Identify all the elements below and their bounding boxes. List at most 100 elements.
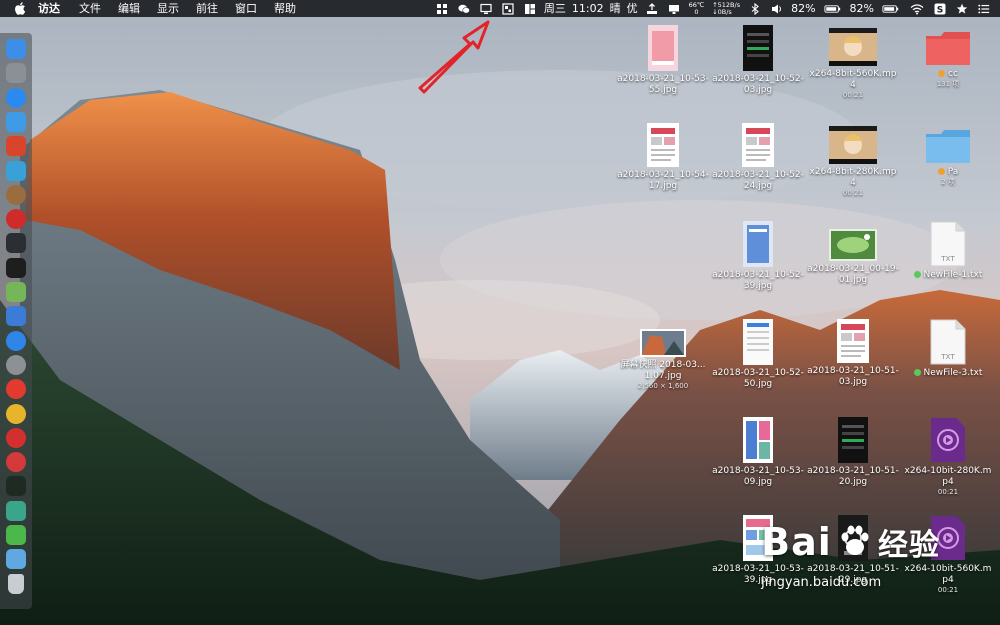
- desktop-item-txt1[interactable]: TXT NewFile-1.txt: [900, 221, 996, 281]
- split-window-icon[interactable]: [524, 3, 536, 15]
- dock-terminal-icon[interactable]: [6, 257, 26, 278]
- dock-preview-icon[interactable]: [6, 111, 26, 132]
- desktop-item-img5[interactable]: a2018-03-21_10-52-39.jpg: [710, 221, 806, 292]
- desktop-item-txt2[interactable]: TXT NewFile-3.txt: [900, 319, 996, 379]
- desktop-item-vid2[interactable]: x264-8bit-280K.mp4 00:21: [805, 126, 901, 198]
- dock-folder-icon[interactable]: [6, 549, 26, 570]
- apple-logo-icon[interactable]: [14, 2, 26, 15]
- dock-app-red-2-icon[interactable]: [6, 209, 26, 230]
- desktop-item-img3[interactable]: a2018-03-21_10-54-17.jpg: [615, 123, 711, 192]
- battery-icon[interactable]: [823, 3, 842, 15]
- dock-maps-icon[interactable]: [6, 282, 26, 302]
- desktop-item-info: 00:21: [937, 586, 959, 594]
- desktop-item-label: NewFile-3.txt: [900, 368, 996, 379]
- desktop-item-label: x264-10bit-560K.mp4: [900, 564, 996, 586]
- dock-app-teal-icon[interactable]: [6, 500, 26, 521]
- dock-trash-icon[interactable]: [8, 573, 24, 594]
- air-quality-status[interactable]: 优: [627, 0, 638, 17]
- desktop-item-name: x264-8bit-560K.mp4: [809, 69, 897, 90]
- wifi-icon[interactable]: [910, 3, 924, 15]
- monitor-icon[interactable]: [668, 3, 680, 15]
- video-thumbnail: [930, 417, 966, 463]
- desktop-item-label: a2018-03-21_10-52-50.jpg: [710, 368, 806, 390]
- window-grid-icon[interactable]: [436, 3, 448, 15]
- desktop-item-name: a2018-03-21_10-54-17.jpg: [617, 170, 709, 191]
- desktop-item-info: 00:21: [842, 189, 864, 197]
- notification-center-icon[interactable]: [978, 3, 990, 15]
- annotation-arrow-icon: [418, 20, 490, 94]
- dock-app-store-icon[interactable]: [6, 330, 26, 351]
- desktop-item-img1[interactable]: a2018-03-21_10-53-55.jpg: [615, 25, 711, 96]
- menu-edit[interactable]: 编辑: [118, 0, 140, 17]
- svg-text:TXT: TXT: [940, 353, 955, 361]
- menu-file[interactable]: 文件: [79, 0, 101, 17]
- desktop-item-shot[interactable]: 屏幕快照 2018-03...1.07.jpg 2,560 × 1,600: [615, 329, 711, 391]
- desktop-item-folder-cc[interactable]: cc 131 项: [900, 30, 996, 89]
- dock-safari-icon[interactable]: [6, 87, 26, 108]
- folder-icon: [925, 30, 971, 66]
- dock-finder-icon[interactable]: [6, 39, 26, 59]
- menu-help[interactable]: 帮助: [274, 0, 296, 17]
- dock-launchpad-icon[interactable]: [6, 63, 26, 84]
- desktop-item-name: Pa: [947, 167, 959, 177]
- dock-wechat-icon[interactable]: [6, 525, 26, 545]
- network-speed[interactable]: ↑512B/s ↓0B/s: [712, 1, 740, 16]
- dock-system-preferences-icon[interactable]: [6, 354, 26, 375]
- watermark-url: jingyan.baidu.com: [761, 575, 882, 590]
- desktop-item-vid1[interactable]: x264-8bit-560K.mp4 00:21: [805, 28, 901, 100]
- green-tag-icon: [913, 271, 921, 278]
- green-tag-icon: [913, 369, 921, 376]
- dock-netease-music-icon[interactable]: [6, 427, 26, 448]
- image-thumbnail: [743, 25, 773, 71]
- desktop-item-img8[interactable]: a2018-03-21_10-51-03.jpg: [805, 319, 901, 388]
- weather-status[interactable]: 晴: [610, 0, 621, 17]
- desktop-item-img2[interactable]: a2018-03-21_10-52-03.jpg: [710, 25, 806, 96]
- dock-app-brown-icon[interactable]: [6, 184, 26, 205]
- menu-app-finder[interactable]: 访达: [38, 0, 60, 17]
- menu-window[interactable]: 窗口: [235, 0, 257, 17]
- menu-view[interactable]: 显示: [157, 0, 179, 17]
- desktop-item-img7[interactable]: a2018-03-21_10-52-50.jpg: [710, 319, 806, 390]
- battery-percent-2[interactable]: 82%: [850, 0, 874, 17]
- clock-day[interactable]: 周三: [544, 0, 566, 17]
- image-thumbnail: [837, 319, 869, 363]
- desktop-item-vid3[interactable]: x264-10bit-280K.mp4 00:21: [900, 417, 996, 497]
- desktop-item-img10[interactable]: a2018-03-21_10-51-20.jpg: [805, 417, 901, 488]
- desktop-item-info: 00:21: [937, 488, 959, 496]
- battery-icon-2[interactable]: [882, 3, 900, 15]
- display-icon[interactable]: [480, 3, 492, 15]
- desktop-item-name: x264-8bit-280K.mp4: [809, 167, 897, 188]
- image-thumbnail: [743, 221, 773, 267]
- wechat-icon[interactable]: [458, 3, 470, 15]
- desktop-item-label: a2018-03-21_10-51-03.jpg: [805, 366, 901, 388]
- desktop-item-name: a2018-03-21_10-51-20.jpg: [807, 466, 899, 487]
- desktop-item-name: a2018-03-21_10-52-24.jpg: [712, 170, 804, 191]
- desktop-item-img6[interactable]: a2018-03-21_00-19-01.jpg: [805, 229, 901, 286]
- dock-chrome-icon[interactable]: [6, 403, 26, 424]
- battery-percent-1[interactable]: 82%: [791, 0, 815, 17]
- dock-terminal-2-icon[interactable]: [6, 476, 26, 497]
- dock-yandex-icon[interactable]: [6, 379, 26, 400]
- cpu-temperature[interactable]: 66℃ 0: [689, 1, 705, 16]
- desktop-item-folder-pa[interactable]: Pa 2 项: [900, 128, 996, 187]
- s-app-icon[interactable]: S: [934, 3, 946, 15]
- dock-app-blue-icon[interactable]: [6, 160, 26, 181]
- mission-control-icon[interactable]: [502, 2, 514, 15]
- upload-tray-icon[interactable]: [646, 2, 658, 15]
- volume-icon[interactable]: [771, 3, 783, 15]
- dock-vivaldi-icon[interactable]: [6, 452, 26, 473]
- clock-time[interactable]: 11:02: [572, 0, 604, 17]
- desktop-item-label: cc: [900, 69, 996, 80]
- dock-app-blue-2-icon[interactable]: [6, 306, 26, 327]
- image-thumbnail: [640, 329, 686, 357]
- bluetooth-icon[interactable]: [749, 2, 761, 15]
- menu-go[interactable]: 前往: [196, 0, 218, 17]
- dock-activity-monitor-icon[interactable]: [6, 233, 26, 254]
- desktop-item-img4[interactable]: a2018-03-21_10-52-24.jpg: [710, 123, 806, 192]
- desktop-item-name: x264-10bit-280K.mp4: [904, 466, 992, 487]
- desktop-item-label: Pa: [900, 167, 996, 178]
- desktop-item-label: a2018-03-21_00-19-01.jpg: [805, 264, 901, 286]
- dock-app-red-icon[interactable]: [6, 136, 26, 157]
- star-icon[interactable]: [956, 3, 968, 15]
- desktop-item-img9[interactable]: a2018-03-21_10-53-09.jpg: [710, 417, 806, 488]
